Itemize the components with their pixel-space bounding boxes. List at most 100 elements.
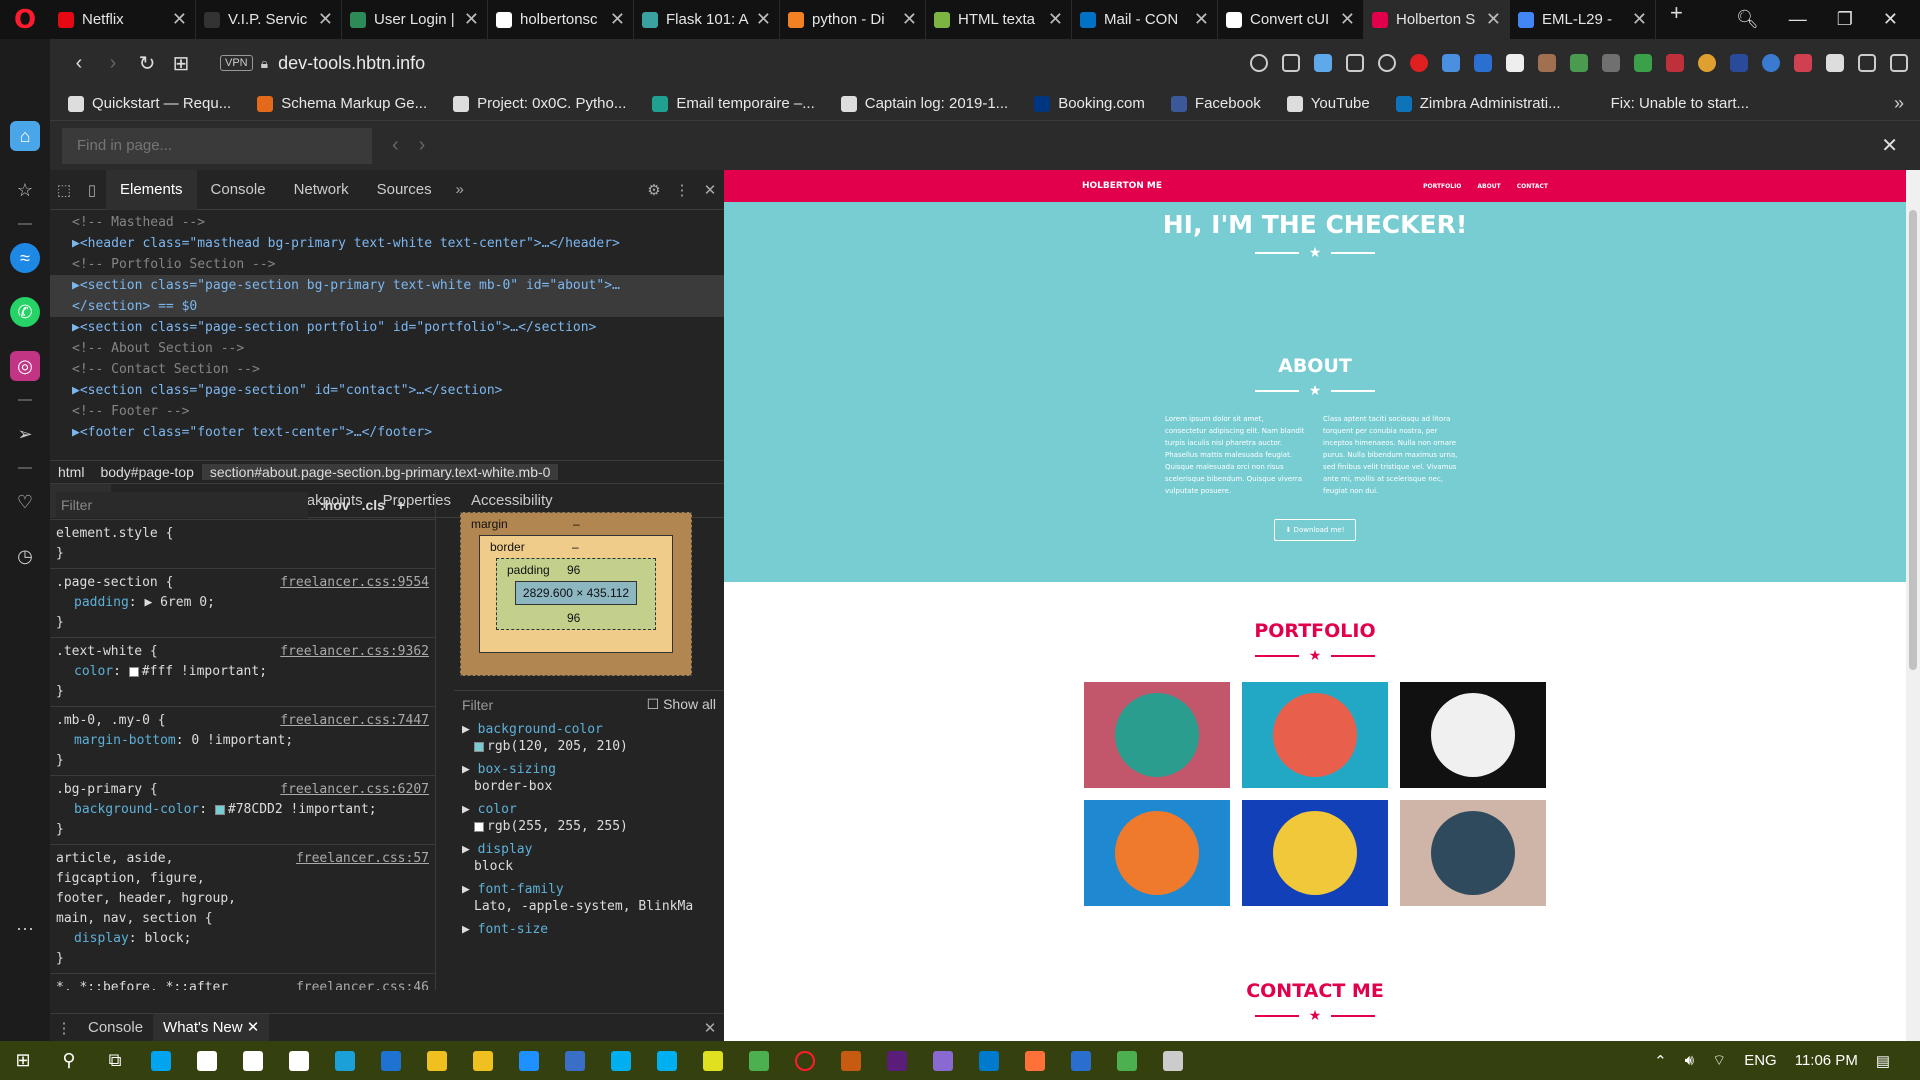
- close-tab-icon[interactable]: ✕: [1340, 9, 1355, 30]
- css-rule[interactable]: element.style {}: [50, 520, 435, 569]
- reload-button[interactable]: ↻: [130, 51, 164, 76]
- tab-2[interactable]: User Login | ✕: [342, 0, 488, 39]
- tab-10[interactable]: EML-L29 - ✕: [1510, 0, 1656, 39]
- drawer-tab-console[interactable]: Console: [78, 1014, 153, 1042]
- taskbar-app-icon[interactable]: [966, 1041, 1012, 1080]
- dom-node-line[interactable]: ▶<section class="page-section" id="conta…: [50, 380, 724, 401]
- snapshot-icon[interactable]: [1282, 54, 1300, 72]
- messenger-icon[interactable]: ≈: [10, 243, 40, 273]
- tab-5[interactable]: python - Di ✕: [780, 0, 926, 39]
- css-source-link[interactable]: freelancer.css:46: [296, 978, 429, 990]
- new-tab-button[interactable]: +: [1670, 0, 1683, 39]
- taskbar-app-icon[interactable]: [138, 1041, 184, 1080]
- cls-toggle[interactable]: .cls: [362, 497, 385, 513]
- shield-icon[interactable]: [1314, 54, 1332, 72]
- close-window-button[interactable]: ✕: [1883, 9, 1898, 30]
- drawer-tab-whats-new[interactable]: What's New ✕: [153, 1013, 270, 1042]
- computed-property[interactable]: ▶ font-family Lato, -apple-system, BlinkM…: [454, 878, 724, 918]
- device-toolbar-icon[interactable]: ▯: [78, 181, 106, 199]
- box-model-content[interactable]: 2829.600 × 435.112: [515, 581, 637, 605]
- heart-icon[interactable]: [1378, 54, 1396, 72]
- css-rule[interactable]: .bg-primary {freelancer.css:6207 backgrou…: [50, 776, 435, 845]
- url-field[interactable]: dev-tools.hbtn.info: [278, 53, 425, 74]
- color-swatch[interactable]: [128, 666, 139, 677]
- lock-icon[interactable]: 🔒︎: [261, 55, 268, 72]
- breadcrumb-item-selected[interactable]: section#about.page-section.bg-primary.te…: [201, 464, 559, 480]
- taskbar-app-icon[interactable]: [920, 1041, 966, 1080]
- extension-icon[interactable]: [1666, 54, 1684, 72]
- extension-icon[interactable]: [1538, 54, 1556, 72]
- nav-link-about[interactable]: ABOUT: [1477, 183, 1500, 190]
- instagram-icon[interactable]: ◎: [10, 351, 40, 381]
- taskbar-app-icon[interactable]: [1058, 1041, 1104, 1080]
- close-tab-icon[interactable]: ✕: [756, 9, 771, 30]
- download-icon[interactable]: [1858, 54, 1876, 72]
- dom-comment-line[interactable]: <!-- Footer -->: [50, 401, 724, 422]
- gmail-icon[interactable]: [1794, 54, 1812, 72]
- bookmark-item[interactable]: Captain log: 2019-1...: [840, 95, 1008, 112]
- adblock-icon[interactable]: [1410, 54, 1428, 72]
- taskbar-app-icon[interactable]: [874, 1041, 920, 1080]
- breadcrumb-item[interactable]: html: [50, 464, 92, 480]
- taskbar-app-icon[interactable]: [736, 1041, 782, 1080]
- css-rule[interactable]: .mb-0, .my-0 {freelancer.css:7447 margin-…: [50, 707, 435, 776]
- forward-button[interactable]: ›: [96, 52, 130, 75]
- bookmark-item[interactable]: Project: 0x0C. Pytho...: [453, 95, 626, 112]
- close-tab-icon[interactable]: ✕: [1194, 9, 1209, 30]
- search-tabs-icon[interactable]: 🔍︎: [1736, 9, 1759, 30]
- cube-icon[interactable]: [1826, 54, 1844, 72]
- notifications-icon[interactable]: ▤: [1876, 1052, 1890, 1070]
- portfolio-item[interactable]: [1400, 682, 1546, 788]
- new-extension-icon[interactable]: [1474, 54, 1492, 72]
- css-source-link[interactable]: freelancer.css:57: [296, 849, 429, 869]
- hov-toggle[interactable]: :hov: [320, 497, 350, 513]
- send-icon[interactable]: [1346, 54, 1364, 72]
- tab-elements[interactable]: Elements: [106, 169, 197, 210]
- scrollbar-thumb[interactable]: [1909, 210, 1917, 670]
- taskbar-app-icon[interactable]: [782, 1041, 828, 1080]
- taskbar-app-icon[interactable]: [276, 1041, 322, 1080]
- bookmark-item[interactable]: Quickstart — Requ...: [68, 95, 231, 112]
- tab-8[interactable]: Convert cUI ✕: [1218, 0, 1364, 39]
- wifi-icon[interactable]: ⌔: [1712, 1051, 1726, 1070]
- computed-property[interactable]: ▶ display block: [454, 838, 724, 878]
- bookmark-item[interactable]: Email temporaire –...: [652, 95, 815, 112]
- dom-comment-line[interactable]: <!-- Masthead -->: [50, 212, 724, 233]
- home-icon[interactable]: ⌂: [10, 121, 40, 151]
- extension-icon[interactable]: [1570, 54, 1588, 72]
- computed-property[interactable]: ▶ box-sizing border-box: [454, 758, 724, 798]
- bookmark-item[interactable]: Facebook: [1170, 95, 1261, 112]
- download-button[interactable]: ⬇ Download me!: [1274, 519, 1356, 541]
- inspect-element-icon[interactable]: ⬚: [50, 181, 78, 199]
- back-button[interactable]: ‹: [62, 52, 96, 75]
- windows-start-icon[interactable]: ⊞: [0, 1041, 46, 1080]
- tab-overview-icon[interactable]: ⊞: [164, 51, 198, 76]
- css-source-link[interactable]: freelancer.css:9362: [280, 642, 429, 662]
- close-devtools-icon[interactable]: ✕: [696, 181, 724, 199]
- computed-property[interactable]: ▶ font-size: [454, 918, 724, 941]
- portfolio-item[interactable]: [1084, 800, 1230, 906]
- tab-1[interactable]: V.I.P. Servic ✕: [196, 0, 342, 39]
- nav-link-portfolio[interactable]: PORTFOLIO: [1423, 183, 1461, 190]
- tab-3[interactable]: holbertonsc ✕: [488, 0, 634, 39]
- close-tab-icon[interactable]: ✕: [464, 9, 479, 30]
- search-icon[interactable]: ⚲: [46, 1041, 92, 1080]
- portfolio-item[interactable]: [1242, 800, 1388, 906]
- extension-icon[interactable]: [1762, 54, 1780, 72]
- css-rule[interactable]: .page-section {freelancer.css:9554 paddin…: [50, 569, 435, 638]
- portfolio-item[interactable]: [1242, 682, 1388, 788]
- css-property[interactable]: margin-bottom: 0 !important;: [56, 731, 429, 751]
- computed-property[interactable]: ▶ background-color rgb(120, 205, 210): [454, 718, 724, 758]
- dom-node-line[interactable]: ▶<section class="page-section portfolio"…: [50, 317, 724, 338]
- dom-node-line[interactable]: ▶<section class="page-section bg-primary…: [50, 275, 724, 296]
- close-tab-icon[interactable]: ✕: [610, 9, 625, 30]
- dom-node-line[interactable]: </section> == $0: [50, 296, 724, 317]
- breadcrumb-item[interactable]: body#page-top: [92, 464, 201, 480]
- taskbar-app-icon[interactable]: [184, 1041, 230, 1080]
- box-model-margin[interactable]: margin – border – padding 96 2829.600 × …: [460, 512, 692, 676]
- page-scrollbar[interactable]: [1906, 170, 1920, 1041]
- taskbar-app-icon[interactable]: [322, 1041, 368, 1080]
- tab-0[interactable]: Netflix ✕: [50, 0, 196, 39]
- css-property[interactable]: background-color: #78CDD2 !important;: [56, 800, 429, 820]
- css-rule[interactable]: article, aside, figcaption, figure, foot…: [50, 845, 435, 974]
